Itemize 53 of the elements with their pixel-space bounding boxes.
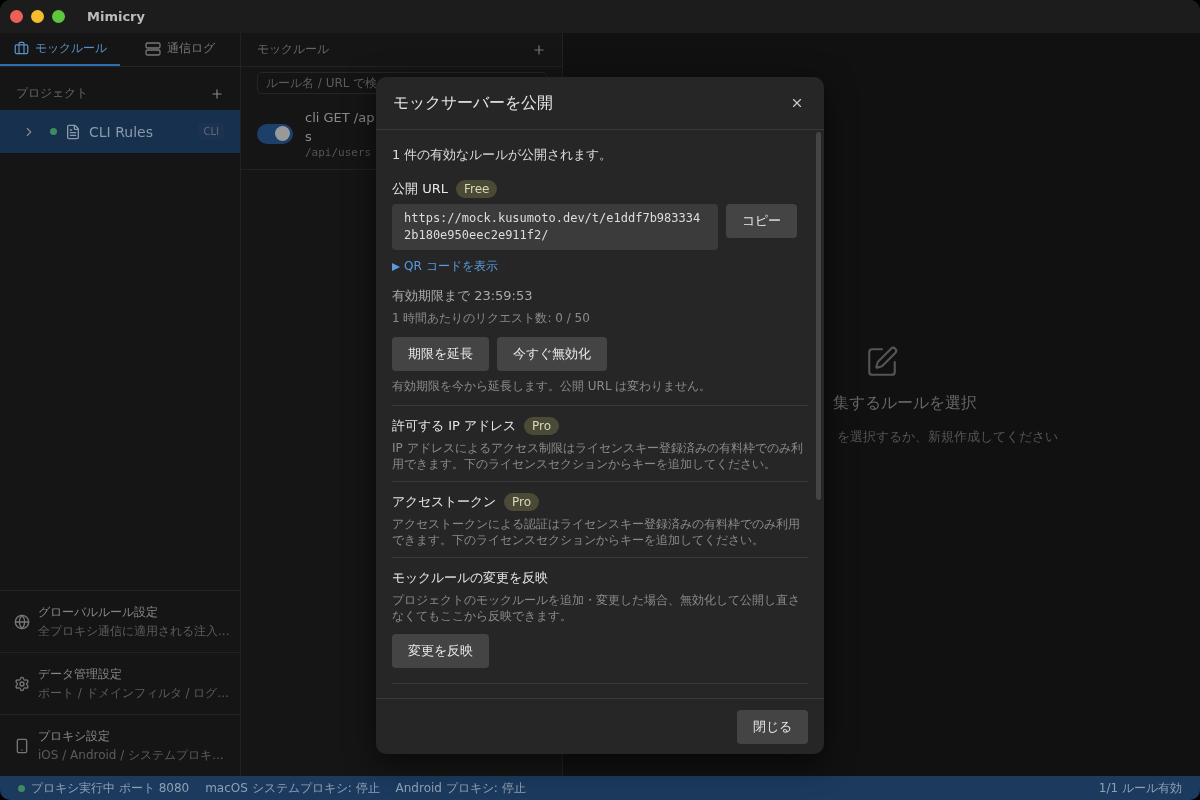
expiry-text: 有効期限まで 23:59:53: [392, 287, 534, 305]
triangle-icon[interactable]: [392, 262, 400, 271]
globe-icon: [14, 613, 30, 630]
plan-badge: Pro: [504, 493, 540, 511]
status-dot: [50, 128, 57, 135]
section-description: プロジェクトのモックルールを追加・変更した場合、無効化して公開し直さなくてもここから反映できます。: [392, 592, 801, 624]
url-label: 公開 URL: [392, 180, 448, 198]
plan-badge: Pro: [523, 417, 559, 435]
android-proxy-status: Android プロキシ: 停止: [395, 779, 526, 797]
project-item[interactable]: CLI Rules CLI: [0, 110, 240, 153]
scrollbar-thumb[interactable]: [816, 132, 821, 500]
section-title: モックルールの変更を反映: [392, 569, 548, 587]
project-tag: CLI: [198, 123, 224, 140]
rules-count: 1/1 ルール有効: [1098, 779, 1182, 797]
edit-icon: [865, 345, 899, 379]
rule-name-continued: s: [305, 128, 312, 146]
section-title: 許可する IP アドレス: [392, 417, 516, 435]
url-field[interactable]: https://mock.kusumoto.dev/t/e1ddf7b9833342b180e950eec2e911f2/: [392, 204, 718, 250]
gear-icon: [14, 675, 30, 692]
sidebar-tab[interactable]: 通信ログ: [120, 33, 240, 66]
smartphone-icon: [14, 737, 30, 754]
section-description: アクセストークンによる認証はライセンスキー登録済みの有料枠でのみ利用できます。下のライセンスセクションからキーを追加してください。: [392, 516, 801, 548]
proxy-status: プロキシ実行中 ポート 8080: [31, 779, 190, 797]
rules-heading: モックルール: [257, 41, 329, 58]
sidebar-tab[interactable]: モックルール: [0, 33, 120, 66]
apply-changes-button[interactable]: 変更を反映: [392, 634, 489, 668]
file-icon: [65, 123, 81, 140]
close-window-button[interactable]: [10, 10, 23, 23]
log-icon: [145, 41, 161, 56]
projects-heading: プロジェクト: [16, 85, 88, 102]
section-title: アクセストークン: [392, 493, 496, 511]
empty-state-hint: を選択するか、新規作成してください: [837, 428, 1058, 446]
zoom-window-button[interactable]: [52, 10, 65, 23]
minimize-window-button[interactable]: [31, 10, 44, 23]
close-dialog-button[interactable]: 閉じる: [737, 709, 808, 744]
add-project-icon[interactable]: [210, 86, 224, 101]
dialog-title: モックサーバーを公開: [393, 92, 553, 114]
rule-toggle[interactable]: [257, 123, 293, 144]
action-button[interactable]: 今すぐ無効化: [497, 337, 607, 371]
action-button[interactable]: 期限を延長: [392, 337, 489, 371]
macos-proxy-status: macOS システムプロキシ: 停止: [205, 779, 380, 797]
summary-text: 1 件の有効なルールが公開されます。: [392, 146, 614, 164]
rule-name: cli GET /ap: [305, 109, 375, 127]
project-name: CLI Rules: [89, 123, 154, 140]
qr-toggle[interactable]: QR コードを表示: [392, 258, 498, 275]
copy-button[interactable]: コピー: [726, 204, 797, 238]
section-description: IP アドレスによるアクセス制限はライセンスキー登録済みの有料枠でのみ利用できます。下のライセンスセクションからキーを追加してください。: [392, 440, 804, 472]
empty-state-title: 集するルールを選択: [833, 393, 977, 414]
rate-text: 1 時間あたりのリクエスト数: 0 / 50: [392, 310, 591, 327]
window-title: Mimicry: [87, 9, 145, 24]
plan-badge: Free: [455, 180, 498, 198]
briefcase-icon: [13, 41, 29, 56]
note-text: 有効期限を今から延長します。公開 URL は変わりません。: [392, 378, 808, 406]
